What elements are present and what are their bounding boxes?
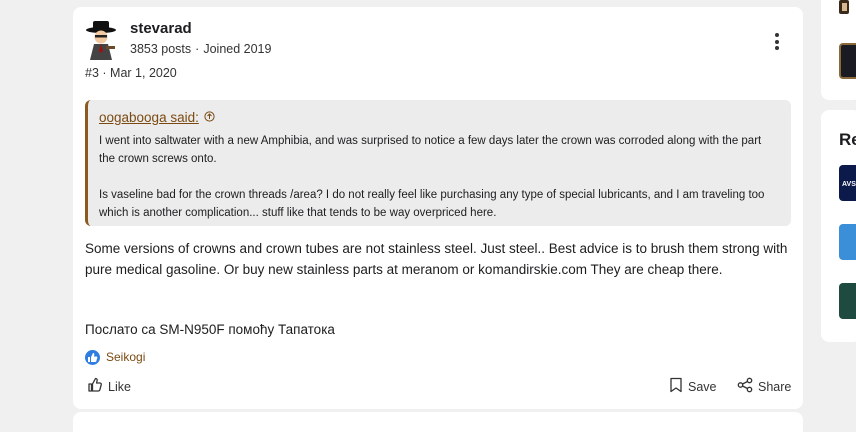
sidebar-item-thumbnail[interactable] xyxy=(839,283,856,319)
quote-text: I went into saltwater with a new Amphibi… xyxy=(99,132,779,240)
sidebar-item-thumbnail[interactable]: AVS xyxy=(839,165,856,201)
meta-separator: · xyxy=(102,66,107,80)
quote-paragraph: I went into saltwater with a new Amphibi… xyxy=(99,135,762,165)
next-post-card xyxy=(73,412,803,432)
post-date[interactable]: Mar 1, 2020 xyxy=(110,66,177,80)
sidebar-thumbnail-icon[interactable] xyxy=(839,0,856,14)
svg-text:AVS: AVS xyxy=(842,181,856,188)
like-button[interactable]: Like xyxy=(87,377,131,396)
bookmark-icon xyxy=(669,377,688,396)
quote-paragraph: Is vaseline bad for the crown threads /a… xyxy=(99,189,765,219)
username[interactable]: stevarad xyxy=(130,20,192,37)
sidebar-widget-related: Re AVS xyxy=(821,110,856,342)
post-count: 3853 posts xyxy=(130,42,192,56)
post-body: Some versions of crowns and crown tubes … xyxy=(85,241,788,277)
meta-separator: · xyxy=(195,42,200,56)
save-label: Save xyxy=(688,379,717,394)
share-label: Share xyxy=(758,379,792,394)
thumbs-up-reaction-icon xyxy=(85,349,100,365)
sidebar-item-thumbnail[interactable] xyxy=(839,224,856,260)
user-meta: 3853 posts · Joined 2019 xyxy=(130,42,271,56)
share-icon xyxy=(737,377,758,396)
post-actions: Like Save Share xyxy=(85,377,791,395)
quote-block: oogabooga said: I went into saltwater wi… xyxy=(85,100,791,226)
post-card: stevarad 3853 posts · Joined 2019 #3 · Mar… xyxy=(73,7,803,409)
reaction-user[interactable]: Seikogi xyxy=(106,350,145,364)
quote-author[interactable]: oogabooga said: xyxy=(99,110,199,125)
sidebar-widget-top xyxy=(821,0,856,100)
sidebar-heading: Re xyxy=(839,130,856,149)
arrow-up-circle-icon[interactable] xyxy=(204,111,215,125)
reaction-summary[interactable]: Seikogi xyxy=(85,349,145,365)
join-date: Joined 2019 xyxy=(203,42,272,56)
more-options-icon[interactable] xyxy=(769,33,785,51)
avatar[interactable] xyxy=(85,20,117,60)
quote-author-link[interactable]: oogabooga said: xyxy=(99,110,215,125)
post-number[interactable]: #3 xyxy=(85,66,99,80)
like-label: Like xyxy=(108,379,131,394)
thumbs-up-icon xyxy=(87,377,108,396)
post-signature: Послато са SM-N950F помоћу Тапатока xyxy=(85,322,335,337)
sidebar-thumbnail[interactable] xyxy=(839,43,856,79)
post-number-date: #3 · Mar 1, 2020 xyxy=(85,66,177,80)
share-button[interactable]: Share xyxy=(737,377,791,396)
save-button[interactable]: Save xyxy=(669,377,717,396)
